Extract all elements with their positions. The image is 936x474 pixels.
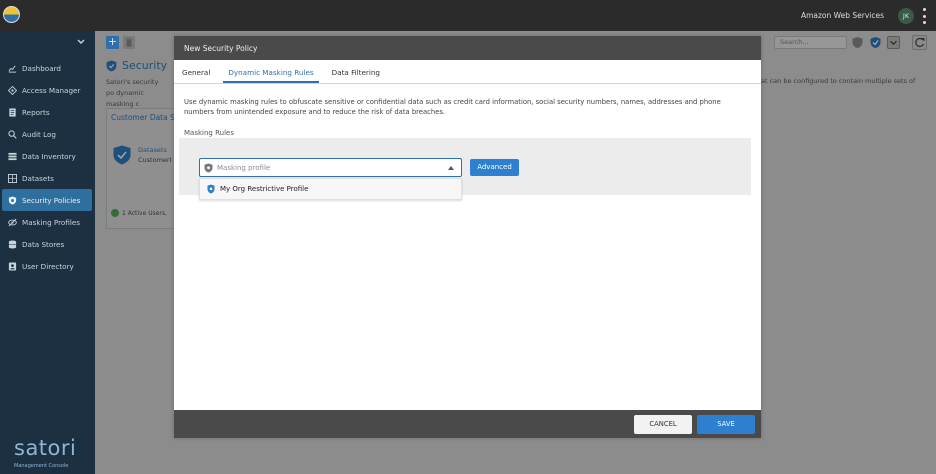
brand-subtitle: Management Console	[14, 463, 69, 469]
shield-icon	[207, 184, 215, 194]
refresh-icon	[915, 37, 925, 48]
cancel-button[interactable]: CANCEL	[634, 415, 692, 434]
eye-slash-icon	[8, 218, 17, 226]
trash-icon	[126, 38, 132, 47]
sidebar-item-label: Masking Profiles	[22, 217, 81, 227]
dialog-title: New Security Policy	[174, 36, 761, 60]
dropdown-option-my-org-restrictive-profile[interactable]: My Org Restrictive Profile	[207, 184, 308, 194]
sidebar-item-audit-log[interactable]: Audit Log	[0, 123, 95, 145]
search-input[interactable]: Search...	[774, 36, 847, 49]
sidebar: Dashboard Access Manager Reports Audit L…	[0, 31, 95, 474]
sidebar-item-label: Reports	[22, 107, 50, 117]
tab-general[interactable]: General	[182, 60, 210, 83]
tab-data-filtering[interactable]: Data Filtering	[332, 60, 380, 83]
sidebar-item-label: Data Inventory	[22, 151, 76, 161]
dashboard-icon	[8, 65, 17, 73]
policy-card-active-text: 1 Active Users,	[122, 209, 167, 217]
sidebar-item-access-manager[interactable]: Access Manager	[0, 79, 95, 101]
page-description-right: at can be configured to contain multiple…	[761, 77, 916, 85]
dropdown-option-label: My Org Restrictive Profile	[220, 185, 309, 193]
app-logo-icon[interactable]	[3, 6, 20, 23]
directory-icon	[8, 261, 17, 271]
shield-filter-icon[interactable]	[851, 36, 864, 49]
expand-button[interactable]	[887, 36, 900, 49]
search-placeholder: Search...	[780, 38, 809, 46]
database-icon	[8, 239, 17, 249]
dialog-footer: CANCEL SAVE	[174, 410, 761, 438]
search-icon	[8, 129, 17, 139]
sidebar-item-user-directory[interactable]: User Directory	[0, 255, 95, 277]
dialog-tabs: General Dynamic Masking Rules Data Filte…	[174, 60, 761, 84]
chevron-down-icon[interactable]	[77, 39, 85, 45]
save-button[interactable]: SAVE	[697, 415, 755, 434]
page-description: Satori's security po dynamic masking c	[106, 78, 159, 108]
policy-card-datasets[interactable]: Datasets	[138, 146, 167, 154]
datasets-icon	[8, 173, 17, 183]
policy-card-customer: CustomerI	[138, 156, 172, 164]
sidebar-item-security-policies[interactable]: Security Policies	[2, 189, 92, 211]
shield-icon	[204, 163, 213, 173]
masking-profile-dropdown: My Org Restrictive Profile	[199, 178, 462, 200]
sidebar-item-data-stores[interactable]: Data Stores	[0, 233, 95, 255]
masking-profile-placeholder: Masking profile	[217, 164, 271, 172]
page-title-text: Security	[122, 59, 168, 72]
shield-icon	[8, 195, 17, 205]
sidebar-nav: Dashboard Access Manager Reports Audit L…	[0, 57, 95, 277]
reports-icon	[9, 107, 16, 117]
sidebar-item-label: Access Manager	[22, 85, 81, 95]
masking-rules-label: Masking Rules	[184, 129, 234, 137]
shield-icon	[106, 60, 117, 71]
sidebar-item-label: User Directory	[22, 261, 74, 271]
sidebar-item-datasets[interactable]: Datasets	[0, 167, 95, 189]
masking-description: Use dynamic masking rules to obfuscate s…	[184, 98, 721, 116]
masking-profile-select[interactable]: Masking profile	[199, 158, 462, 177]
sidebar-item-label: Datasets	[22, 173, 54, 183]
account-name[interactable]: Amazon Web Services	[801, 11, 884, 20]
more-menu-icon[interactable]	[922, 8, 926, 24]
policy-card[interactable]: Customer Data S Datasets CustomerI 1 Act…	[106, 108, 176, 229]
policy-card-active-users: 1 Active Users,	[111, 209, 167, 217]
new-security-policy-dialog: New Security Policy General Dynamic Mask…	[174, 36, 761, 438]
brand-logo: satori	[14, 436, 77, 460]
sidebar-item-masking-profiles[interactable]: Masking Profiles	[0, 211, 95, 233]
chevron-down-icon	[890, 40, 897, 45]
refresh-button[interactable]	[912, 35, 927, 50]
sidebar-item-dashboard[interactable]: Dashboard	[0, 57, 95, 79]
sidebar-item-label: Security Policies	[22, 195, 81, 205]
top-bar: Amazon Web Services JK	[0, 0, 936, 31]
add-button[interactable]: +	[106, 36, 119, 49]
sidebar-item-reports[interactable]: Reports	[0, 101, 95, 123]
tab-dynamic-masking-rules[interactable]: Dynamic Masking Rules	[223, 60, 319, 83]
sidebar-item-label: Dashboard	[22, 63, 61, 73]
status-dot-icon	[111, 209, 119, 217]
page-title: Security	[106, 59, 167, 72]
access-icon	[8, 85, 17, 95]
sidebar-item-label: Data Stores	[22, 239, 65, 249]
caret-up-icon[interactable]	[448, 166, 454, 170]
shield-check-icon[interactable]	[869, 36, 882, 49]
policy-card-title: Customer Data S	[111, 113, 175, 122]
sidebar-item-label: Audit Log	[22, 129, 56, 139]
delete-button[interactable]	[123, 36, 135, 49]
sidebar-item-data-inventory[interactable]: Data Inventory	[0, 145, 95, 167]
shield-icon	[113, 145, 131, 165]
inventory-icon	[8, 152, 17, 160]
avatar[interactable]: JK	[898, 8, 914, 24]
advanced-button[interactable]: Advanced	[470, 159, 519, 176]
